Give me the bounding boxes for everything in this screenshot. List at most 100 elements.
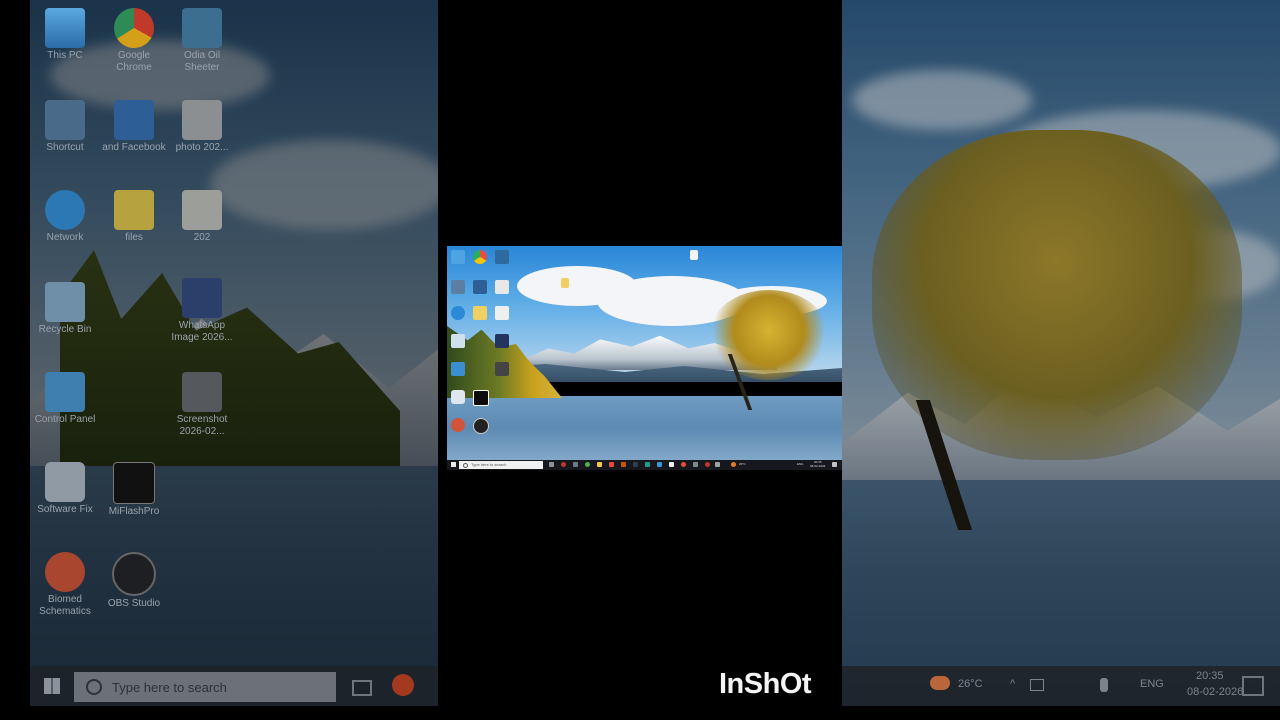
windows-start-icon[interactable] [451,462,456,467]
icon-label: Screenshot 2026-02... [176,414,228,437]
app-taskbar-icon[interactable] [681,462,686,467]
icon-label: Software Fix [37,504,93,515]
image-icon[interactable] [495,280,509,294]
app-icon [113,462,155,504]
left-taskbar: Type here to search [30,666,438,706]
wrench-icon [45,462,85,502]
obs-icon [112,552,156,596]
wallpaper-tree [709,290,829,380]
app-taskbar-icon[interactable] [633,462,638,467]
icon-and-facebook[interactable]: and Facebook [102,100,166,154]
desktop-screenshot: Type here to search 26°C ENG 20:35 08-02… [447,246,842,470]
task-view-icon[interactable] [549,462,554,467]
language-indicator[interactable]: ENG [1140,678,1164,690]
image-icon[interactable] [495,362,509,376]
windows-start-icon[interactable] [44,678,60,694]
document-icon[interactable] [495,306,509,320]
chrome-taskbar-icon[interactable] [585,462,590,467]
icon-label: Odia Oil Sheeter [183,50,221,73]
notification-icon[interactable] [1242,676,1264,696]
network-tray-icon[interactable] [1030,679,1044,691]
app-taskbar-icon[interactable] [609,462,614,467]
recycle-bin-icon [45,282,85,322]
speaker-icon[interactable] [1100,678,1108,692]
icon-whatsapp-image[interactable]: WhatsApp Image 2026... [170,278,234,344]
icon-label: MiFlashPro [108,506,160,517]
task-view-icon[interactable] [352,680,372,696]
icon-network[interactable]: Network [33,190,97,244]
wrench-icon[interactable] [451,390,465,404]
folder-icon[interactable] [561,278,569,288]
cloud-weather-icon [731,462,736,467]
weather-temp: 26°C [739,462,746,466]
search-box[interactable]: Type here to search [74,672,336,702]
icon-document-202[interactable]: 202 [170,190,234,244]
icon-software-fix[interactable]: Software Fix [33,462,97,516]
app-taskbar-icon[interactable] [645,462,650,467]
app-icon[interactable] [473,280,487,294]
clock-date[interactable]: 08-02-2026 [810,464,825,468]
language-indicator[interactable]: ENG [797,462,804,466]
app-taskbar-icon[interactable] [669,462,674,467]
chevron-up-icon[interactable]: ^ [1010,678,1015,690]
network-icon[interactable] [451,306,465,320]
icon-label: Google Chrome [116,50,152,73]
search-box[interactable]: Type here to search [459,461,543,469]
icon-files[interactable]: files [102,190,166,244]
icon-miflashpro[interactable]: MiFlashPro [102,462,166,518]
icon-label: Biomed Schematics [39,594,91,617]
app-taskbar-icon[interactable] [715,462,720,467]
app-icon[interactable] [473,390,489,406]
document-icon [182,190,222,230]
chrome-icon[interactable] [473,250,487,264]
this-pc-icon[interactable] [451,250,465,264]
inshot-watermark: InShOt [719,668,812,700]
icon-google-chrome[interactable]: Google Chrome [102,8,166,74]
icon-label: 202 [193,232,211,243]
app-taskbar-icon[interactable] [561,462,566,467]
icon-obs-studio[interactable]: OBS Studio [102,552,166,610]
folder-taskbar-icon[interactable] [597,462,602,467]
app-icon[interactable] [451,418,465,432]
app-taskbar-icon[interactable] [621,462,626,467]
right-background-panel: 26°C ^ ENG 20:35 08-02-2026 [842,0,1280,706]
icon-shortcut[interactable]: Shortcut [33,100,97,154]
shortcut-icon [45,100,85,140]
app-taskbar-icon[interactable] [657,462,662,467]
cloud-weather-icon [930,676,950,690]
icon-odia-oil-sheeter[interactable]: Odia Oil Sheeter [170,8,234,74]
icon-label: Control Panel [34,414,96,425]
folder-icon[interactable] [473,306,487,320]
shortcut-icon[interactable] [451,280,465,294]
icon-screenshot[interactable]: Screenshot 2026-02... [170,372,234,438]
icon-control-panel[interactable]: Control Panel [33,372,97,426]
app-taskbar-icon[interactable] [705,462,710,467]
icon-label: Network [46,232,84,243]
image-icon [182,100,222,140]
obs-icon[interactable] [473,418,489,434]
document-icon[interactable] [690,250,698,260]
icon-recycle-bin[interactable]: Recycle Bin [33,282,97,336]
icon-photo[interactable]: photo 202... [170,100,234,154]
app-icon [114,100,154,140]
app-taskbar-icon[interactable] [693,462,698,467]
clock-date[interactable]: 08-02-2026 [1187,686,1243,698]
control-panel-icon[interactable] [451,362,465,376]
search-placeholder: Type here to search [112,680,227,695]
icon-biomed-schematics[interactable]: Biomed Schematics [33,552,97,618]
app-taskbar-icon[interactable] [573,462,578,467]
image-icon [182,372,222,412]
app-icon[interactable] [495,250,509,264]
notification-icon[interactable] [832,462,837,467]
app-taskbar-icon[interactable] [392,674,414,696]
control-panel-icon [45,372,85,412]
folder-icon [114,190,154,230]
chrome-icon [114,8,154,48]
image-icon[interactable] [495,334,509,348]
wallpaper-lake [447,396,842,460]
icon-this-pc[interactable]: This PC [33,8,97,62]
icon-label: and Facebook [102,142,166,153]
search-icon [86,679,102,695]
recycle-bin-icon[interactable] [451,334,465,348]
clock-time[interactable]: 20:35 [1196,670,1224,682]
